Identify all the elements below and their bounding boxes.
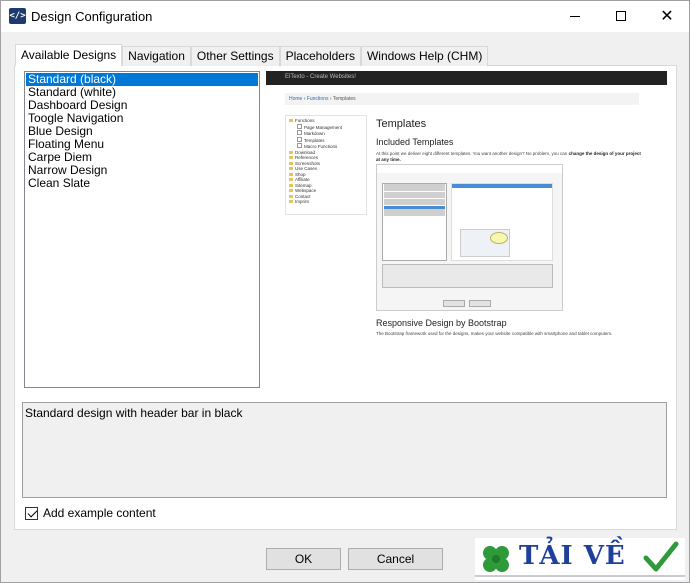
preview-text-2: The Bootstrap framework used for the des… <box>376 331 613 336</box>
tab-placeholders[interactable]: Placeholders <box>279 46 361 66</box>
watermark-logo: TẢI VỀ <box>475 538 685 580</box>
preview-shot-preview <box>451 183 553 261</box>
preview-breadcrumb: Home › Functions › Templates <box>285 93 639 105</box>
preview-subheading: Included Templates <box>376 137 454 147</box>
design-preview: ElTexto - Create Websites! Home › Functi… <box>266 71 667 392</box>
cancel-button[interactable]: Cancel <box>348 548 443 570</box>
tab-navigation[interactable]: Navigation <box>122 46 191 66</box>
close-button[interactable]: ✕ <box>644 1 690 31</box>
minimize-button[interactable] <box>552 1 598 31</box>
preview-shot-button <box>443 300 465 307</box>
window-title: Design Configuration <box>31 9 153 24</box>
preview-shot-bubble <box>490 232 508 244</box>
preview-shot-titlebar <box>377 165 562 173</box>
preview-shot-description <box>382 264 553 288</box>
preview-intro: At this point we deliver eight different… <box>376 151 644 163</box>
maximize-button[interactable] <box>598 1 644 31</box>
design-configuration-window: </> Design Configuration ✕ Available Des… <box>0 0 690 583</box>
checkmark-icon <box>643 541 679 572</box>
tab-strip: Available Designs Navigation Other Setti… <box>15 44 489 66</box>
design-list[interactable]: Standard (black) Standard (white) Dashbo… <box>24 71 260 388</box>
design-list-item[interactable]: Clean Slate <box>26 177 258 190</box>
add-example-checkbox[interactable] <box>25 506 38 520</box>
watermark-stripe <box>475 572 685 580</box>
preview-intro-text: At this point we deliver eight different… <box>376 151 568 156</box>
preview-heading-2: Responsive Design by Bootstrap <box>376 318 507 328</box>
watermark-text: TẢI VỀ <box>519 541 626 571</box>
preview-nav-tree: Functions Page Management Markdown Template… <box>285 115 367 215</box>
tab-other-settings[interactable]: Other Settings <box>190 46 280 66</box>
minimize-icon <box>570 15 580 17</box>
title-bar[interactable]: </> Design Configuration ✕ <box>1 1 689 32</box>
preview-crumb: Home <box>289 96 303 102</box>
preview-header-bar: ElTexto - Create Websites! <box>266 71 667 85</box>
add-example-label[interactable]: Add example content <box>43 506 156 520</box>
preview-dialog-screenshot <box>376 164 563 311</box>
tab-available-designs[interactable]: Available Designs <box>15 44 123 66</box>
ok-button[interactable]: OK <box>266 548 341 570</box>
tab-windows-help[interactable]: Windows Help (CHM) <box>360 46 489 66</box>
close-icon: ✕ <box>660 6 674 25</box>
preview-heading: Templates <box>376 118 427 130</box>
preview-site-title: ElTexto - Create Websites! <box>285 74 356 80</box>
clover-icon <box>483 546 509 572</box>
code-brackets-icon: </> <box>9 8 26 24</box>
maximize-icon <box>616 11 626 21</box>
preview-nav-item: Imprint <box>289 199 363 205</box>
preview-crumb: Functions <box>306 96 329 102</box>
add-example-row[interactable]: Add example content <box>25 506 156 520</box>
preview-shot-list <box>382 183 447 261</box>
preview-shot-button <box>469 300 491 307</box>
preview-crumb: Templates <box>332 96 356 102</box>
design-description: Standard design with header bar in black <box>22 402 667 498</box>
